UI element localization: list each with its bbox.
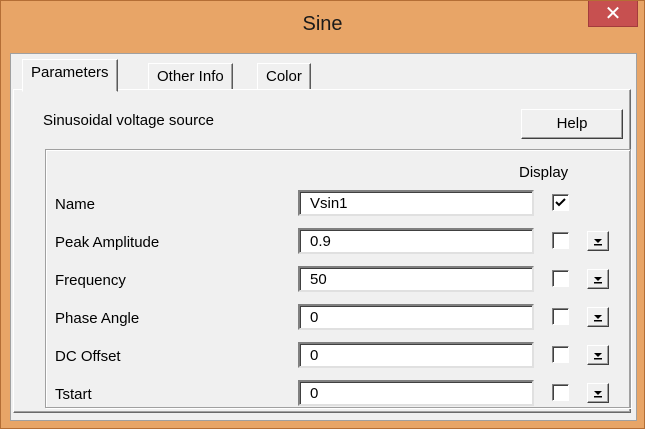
display-checkbox[interactable] bbox=[552, 308, 569, 325]
tab-label: Parameters bbox=[31, 64, 109, 81]
close-icon: ✕ bbox=[604, 1, 622, 25]
window-title: Sine bbox=[302, 13, 343, 35]
tab-color[interactable]: Color bbox=[257, 63, 311, 90]
dropdown-arrow-icon bbox=[594, 353, 602, 360]
tab-parameters[interactable]: Parameters bbox=[22, 59, 118, 92]
dropdown-arrow-icon bbox=[594, 391, 602, 398]
param-value-field[interactable] bbox=[298, 342, 534, 368]
param-value-field[interactable] bbox=[298, 304, 534, 330]
dropdown-arrow-icon bbox=[594, 277, 602, 284]
title-bar[interactable]: Sine ✕ bbox=[1, 1, 644, 53]
tab-label: Other Info bbox=[157, 68, 224, 85]
display-position-dropdown[interactable] bbox=[587, 345, 609, 365]
display-checkbox[interactable] bbox=[552, 232, 569, 249]
source-description: Sinusoidal voltage source bbox=[43, 112, 214, 129]
display-position-dropdown[interactable] bbox=[587, 307, 609, 327]
display-checkbox[interactable] bbox=[552, 270, 569, 287]
display-position-dropdown[interactable] bbox=[587, 231, 609, 251]
param-label: Phase Angle bbox=[55, 310, 140, 327]
tab-label: Color bbox=[266, 68, 302, 85]
param-label: Name bbox=[55, 196, 96, 213]
param-label: DC Offset bbox=[55, 348, 121, 365]
param-value-field[interactable] bbox=[298, 190, 534, 216]
dropdown-arrow-icon bbox=[594, 315, 602, 322]
display-checkbox[interactable] bbox=[552, 346, 569, 363]
help-button[interactable]: Help bbox=[521, 109, 623, 139]
tab-other-info[interactable]: Other Info bbox=[148, 63, 233, 90]
param-value-field[interactable] bbox=[298, 380, 534, 406]
display-column-header: Display bbox=[519, 164, 569, 181]
display-checkbox[interactable] bbox=[552, 194, 569, 211]
sine-dialog-window: Sine ✕ Parameters Other Info Color Sinus… bbox=[0, 0, 645, 429]
param-label: Tstart bbox=[55, 386, 92, 403]
param-value-field[interactable] bbox=[298, 266, 534, 292]
param-value-field[interactable] bbox=[298, 228, 534, 254]
close-button[interactable]: ✕ bbox=[588, 1, 638, 27]
dropdown-arrow-icon bbox=[594, 239, 602, 246]
display-position-dropdown[interactable] bbox=[587, 383, 609, 403]
param-label: Peak Amplitude bbox=[55, 234, 160, 251]
checkmark-icon bbox=[555, 198, 566, 207]
dialog-body: Parameters Other Info Color Sinusoidal v… bbox=[10, 53, 637, 421]
display-checkbox[interactable] bbox=[552, 384, 569, 401]
display-position-dropdown[interactable] bbox=[587, 269, 609, 289]
param-label: Frequency bbox=[55, 272, 126, 289]
